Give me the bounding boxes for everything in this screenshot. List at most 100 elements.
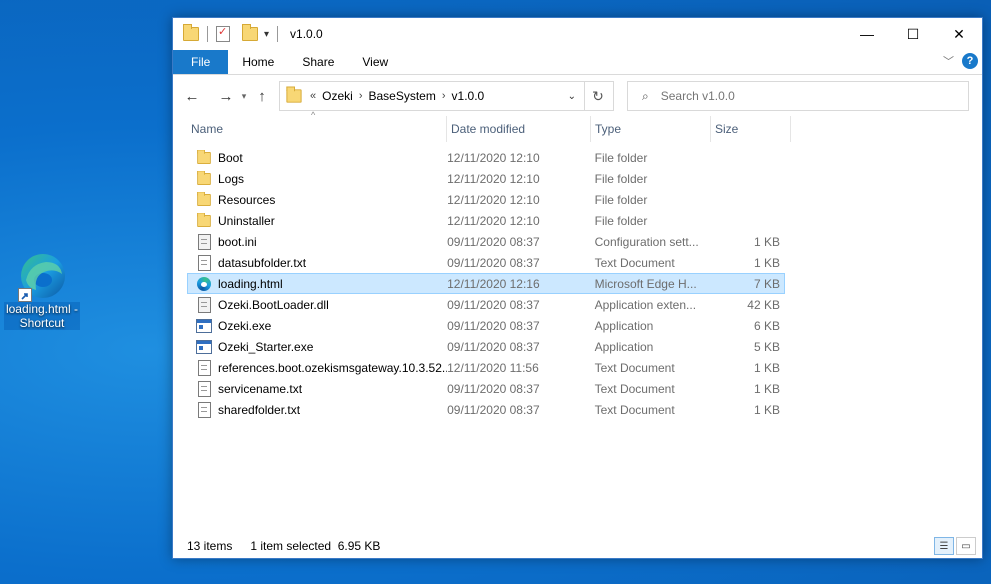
file-date: 09/11/2020 08:37: [447, 297, 540, 312]
table-row[interactable]: Ozeki_Starter.exe 09/11/2020 08:37 Appli…: [187, 336, 785, 357]
table-row[interactable]: sharedfolder.txt 09/11/2020 08:37 Text D…: [187, 399, 785, 420]
forward-arrow-icon[interactable]: →: [215, 88, 237, 105]
file-date: 12/11/2020 12:10: [447, 171, 540, 186]
search-icon: ⌕: [642, 88, 649, 103]
maximize-button[interactable]: ☐: [890, 18, 936, 50]
column-date-modified[interactable]: Date modified: [447, 116, 591, 142]
table-row[interactable]: servicename.txt 09/11/2020 08:37 Text Do…: [187, 378, 785, 399]
file-size: 1 KB: [753, 255, 780, 270]
folder-icon: [196, 170, 212, 187]
file-size: 1 KB: [753, 360, 780, 375]
folder-icon: [286, 86, 302, 103]
ribbon-tabs: File Home Share View ﹀ ?: [173, 50, 982, 75]
file-size: 7 KB: [753, 276, 780, 291]
file-type: File folder: [594, 192, 648, 207]
search-input[interactable]: [658, 88, 943, 104]
breadcrumb-chevron-right-icon[interactable]: ›: [357, 90, 365, 102]
customize-qat-chevron-down-icon[interactable]: ▾: [264, 29, 269, 40]
file-date: 12/11/2020 12:16: [447, 276, 540, 291]
edge-icon: [16, 250, 68, 302]
text-file-icon: [196, 380, 212, 397]
refresh-button[interactable]: ↻: [583, 81, 614, 111]
file-type: Application: [594, 318, 654, 333]
window-title: v1.0.0: [290, 27, 323, 41]
file-date: 12/11/2020 12:10: [447, 150, 540, 165]
shortcut-arrow-icon: [18, 288, 32, 302]
address-bar[interactable]: « Ozeki › BaseSystem › v1.0.0 ⌄: [279, 81, 585, 111]
breadcrumb-ozeki[interactable]: Ozeki: [318, 89, 357, 103]
file-list-header: ^ Name Date modified Type Size: [187, 110, 791, 142]
file-size: 6 KB: [753, 318, 780, 333]
table-row[interactable]: Logs 12/11/2020 12:10 File folder: [187, 168, 785, 189]
properties-icon[interactable]: [216, 25, 230, 42]
view-switcher: ☰ ▭: [934, 537, 976, 555]
address-history-chevron-down-icon[interactable]: ⌄: [568, 91, 576, 102]
file-date: 12/11/2020 12:10: [447, 213, 540, 228]
breadcrumb-chevron-right-icon[interactable]: ›: [440, 90, 448, 102]
navigation-bar: ← → ▾ ↑ « Ozeki › BaseSystem › v1.0.0 ⌄ …: [173, 75, 982, 117]
file-type: Application: [594, 339, 654, 354]
tab-share[interactable]: Share: [288, 50, 348, 74]
new-folder-icon[interactable]: [242, 24, 258, 41]
folder-icon: [196, 212, 212, 229]
file-date: 09/11/2020 08:37: [447, 402, 540, 417]
file-date: 09/11/2020 08:37: [447, 339, 540, 354]
search-box[interactable]: ⌕: [627, 81, 969, 111]
breadcrumb-overflow[interactable]: «: [308, 90, 318, 102]
column-size[interactable]: Size: [711, 116, 791, 142]
file-type: File folder: [594, 213, 648, 228]
tab-home[interactable]: Home: [228, 50, 288, 74]
large-icons-view-icon[interactable]: ▭: [956, 537, 976, 555]
minimize-button[interactable]: —: [844, 18, 890, 50]
refresh-icon: ↻: [592, 87, 604, 104]
application-icon: [196, 318, 212, 334]
file-name: boot.ini: [218, 234, 257, 249]
help-icon[interactable]: ?: [962, 53, 978, 69]
expand-ribbon-chevron-down-icon[interactable]: ﹀: [943, 53, 954, 69]
file-type: File folder: [594, 150, 648, 165]
file-name: loading.html: [218, 276, 283, 291]
table-row[interactable]: Boot 12/11/2020 12:10 File folder: [187, 147, 785, 168]
table-row[interactable]: Resources 12/11/2020 12:10 File folder: [187, 189, 785, 210]
file-type: Text Document: [594, 381, 675, 396]
file-name: Logs: [218, 171, 245, 186]
quick-access-toolbar: ▾: [173, 24, 282, 42]
table-row[interactable]: Uninstaller 12/11/2020 12:10 File folder: [187, 210, 785, 231]
edge-icon: [196, 276, 212, 292]
item-count: 13 items: [187, 539, 233, 553]
file-date: 09/11/2020 08:37: [447, 318, 540, 333]
recent-locations-chevron-down-icon[interactable]: ▾: [237, 91, 251, 102]
table-row[interactable]: boot.ini 09/11/2020 08:37 Configuration …: [187, 231, 785, 252]
file-date: 12/11/2020 11:56: [447, 360, 539, 375]
file-name: servicename.txt: [218, 381, 303, 396]
table-row[interactable]: Ozeki.exe 09/11/2020 08:37 Application 6…: [187, 315, 785, 336]
dll-file-icon: [196, 296, 212, 313]
desktop-shortcut-loading-html[interactable]: loading.html - Shortcut: [4, 250, 80, 330]
column-name[interactable]: Name: [187, 116, 447, 142]
sort-ascending-icon: ^: [311, 110, 316, 120]
file-size: 1 KB: [753, 234, 780, 249]
file-date: 09/11/2020 08:37: [447, 255, 540, 270]
close-button[interactable]: ✕: [936, 18, 982, 50]
breadcrumb-v1-0-0[interactable]: v1.0.0: [448, 89, 489, 103]
breadcrumb-basesystem[interactable]: BaseSystem: [364, 89, 439, 103]
title-bar: ▾ v1.0.0 — ☐ ✕: [173, 18, 982, 50]
back-arrow-icon[interactable]: ←: [181, 88, 203, 105]
table-row[interactable]: Ozeki.BootLoader.dll 09/11/2020 08:37 Ap…: [187, 294, 785, 315]
table-row-selected[interactable]: loading.html 12/11/2020 12:16 Microsoft …: [187, 273, 785, 294]
folder-icon[interactable]: [183, 24, 199, 41]
file-name: Ozeki.exe: [218, 318, 272, 333]
file-size: 1 KB: [753, 402, 780, 417]
tab-view[interactable]: View: [348, 50, 402, 74]
table-row[interactable]: datasubfolder.txt 09/11/2020 08:37 Text …: [187, 252, 785, 273]
text-file-icon: [196, 359, 212, 376]
qat-divider: [277, 26, 279, 42]
column-type[interactable]: Type: [591, 116, 711, 142]
up-arrow-icon[interactable]: ↑: [251, 88, 273, 105]
folder-icon: [196, 149, 212, 166]
config-file-icon: [196, 233, 212, 250]
table-row[interactable]: references.boot.ozekismsgateway.10.3.52.…: [187, 357, 785, 378]
details-view-icon[interactable]: ☰: [934, 537, 954, 555]
tab-file[interactable]: File: [173, 50, 229, 74]
file-size: 5 KB: [753, 339, 780, 354]
